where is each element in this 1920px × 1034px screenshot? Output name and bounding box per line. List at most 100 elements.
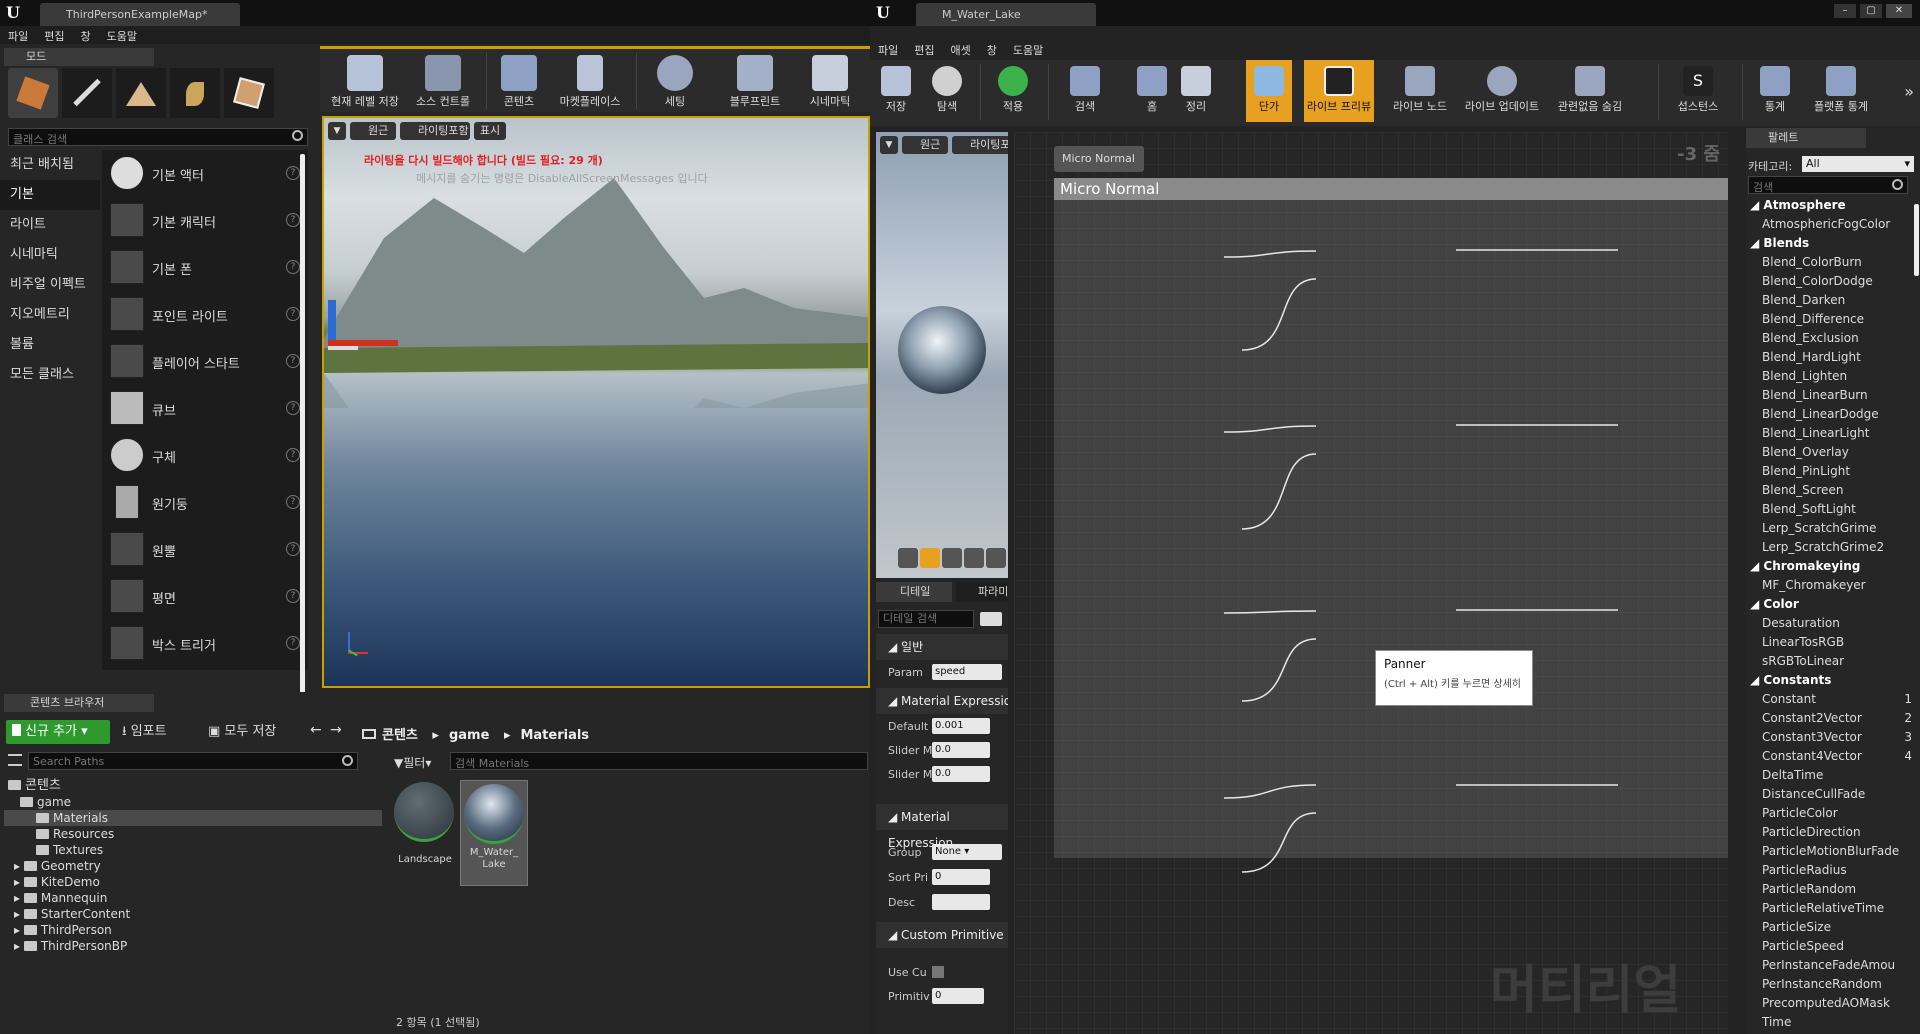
live-nodes-button[interactable]: 라이브 노드 xyxy=(1388,60,1452,122)
palette-item[interactable]: Blend_ColorDodge xyxy=(1748,272,1914,291)
import-button[interactable]: ⭳ 임포트 xyxy=(122,720,167,744)
breadcrumb-game[interactable]: game xyxy=(449,728,489,743)
palette-item[interactable]: Lerp_ScratchGrime2 xyxy=(1748,538,1914,557)
stats-button[interactable]: 단가 xyxy=(1246,60,1292,122)
breadcrumb-materials[interactable]: Materials xyxy=(520,728,589,743)
cylinder-shape-icon[interactable] xyxy=(898,548,918,568)
palette-item[interactable]: ParticleRadius xyxy=(1748,861,1914,880)
place-item-player-start[interactable]: 플레이어 스타트? xyxy=(110,340,300,384)
category-basic[interactable]: 기본 xyxy=(0,180,100,210)
palette-item[interactable]: Constant 1 xyxy=(1748,690,1914,709)
help-icon[interactable]: ? xyxy=(286,166,300,180)
menu-file[interactable]: 파일 xyxy=(870,40,906,60)
material-tab[interactable]: M_Water_Lake xyxy=(916,3,1096,26)
palette-item[interactable]: LinearTosRGB xyxy=(1748,633,1914,652)
details-tab[interactable]: 디테일 xyxy=(876,582,952,602)
filter-button[interactable]: ▼필터▾ xyxy=(394,754,431,771)
save-button[interactable]: 저장 xyxy=(874,60,918,122)
palette-item[interactable]: AtmosphericFogColor xyxy=(1748,215,1914,234)
live-preview-button[interactable]: 라이브 프리뷰 xyxy=(1304,60,1374,122)
use-custom-checkbox[interactable] xyxy=(932,966,944,978)
palette-item[interactable]: Constant2Vector 2 xyxy=(1748,709,1914,728)
substance-button[interactable]: S 섭스턴스 xyxy=(1668,60,1728,122)
place-item-cube[interactable]: 큐브? xyxy=(110,387,300,431)
geometry-mode-icon[interactable] xyxy=(224,68,274,118)
help-icon[interactable]: ? xyxy=(286,401,300,415)
palette-item[interactable]: sRGBToLinear xyxy=(1748,652,1914,671)
tree-item-thirdpersonbp[interactable]: ▸ ThirdPersonBP xyxy=(14,938,127,954)
place-item-sphere[interactable]: 구체? xyxy=(110,434,300,478)
description-input[interactable] xyxy=(932,894,990,910)
palette-item[interactable]: DistanceCullFade xyxy=(1748,785,1914,804)
param-name-input[interactable]: speed xyxy=(932,664,1002,680)
source-control-button[interactable]: 소스 컨트롤 xyxy=(408,49,478,111)
lit-mode-button[interactable]: 라이팅포함 xyxy=(400,122,470,140)
palette-item[interactable]: Constant4Vector 4 xyxy=(1748,747,1914,766)
place-item-pawn[interactable]: 기본 폰? xyxy=(110,246,300,290)
marketplace-button[interactable]: 마켓플레이스 xyxy=(550,49,630,111)
sources-toggle-icon[interactable] xyxy=(8,754,22,766)
tree-item-resources[interactable]: Resources xyxy=(36,826,114,842)
palette-item[interactable]: ParticleDirection xyxy=(1748,823,1914,842)
help-icon[interactable]: ? xyxy=(286,213,300,227)
back-arrow-icon[interactable]: ← xyxy=(310,722,322,738)
palette-item[interactable]: Blend_Darken xyxy=(1748,291,1914,310)
default-value-input[interactable]: 0.001 xyxy=(932,718,990,734)
platform-stats-button[interactable]: 플랫폼 통계 xyxy=(1806,60,1876,122)
teapot-shape-icon[interactable] xyxy=(986,548,1006,568)
group-dropdown[interactable]: None ▾ xyxy=(932,844,1002,860)
tree-item-startercontent[interactable]: ▸ StarterContent xyxy=(14,906,130,922)
help-icon[interactable]: ? xyxy=(286,495,300,509)
palette-tab[interactable]: 팔레트 xyxy=(1746,128,1866,148)
palette-item[interactable]: ParticleColor xyxy=(1748,804,1914,823)
minimize-button[interactable]: – xyxy=(1834,4,1856,18)
live-update-button[interactable]: 라이브 업데이트 xyxy=(1460,60,1544,122)
palette-scrollbar[interactable] xyxy=(1914,204,1919,276)
palette-item[interactable]: ParticleRandom xyxy=(1748,880,1914,899)
menu-window[interactable]: 창 xyxy=(73,26,99,46)
category-geometry[interactable]: 지오메트리 xyxy=(0,300,100,330)
breadcrumb-root[interactable]: 콘텐츠 xyxy=(382,728,418,743)
content-button[interactable]: 콘텐츠 xyxy=(492,49,546,111)
menu-help[interactable]: 도움말 xyxy=(1005,40,1051,60)
place-item-cylinder[interactable]: 원기둥? xyxy=(110,481,300,525)
palette-category-constants[interactable]: ◢ Constants xyxy=(1748,671,1914,690)
blueprints-button[interactable]: 블루프린트 xyxy=(720,49,790,111)
material-graph[interactable]: -3 줌 Micro Normal Micro Normal xyxy=(1014,132,1728,1034)
palette-category-chromakeying[interactable]: ◢ Chromakeying xyxy=(1748,557,1914,576)
palette-item[interactable]: DeltaTime xyxy=(1748,766,1914,785)
preview-options-button[interactable]: ▼ xyxy=(880,136,898,154)
home-button[interactable]: 홈 xyxy=(1132,60,1172,122)
palette-item[interactable]: Blend_HardLight xyxy=(1748,348,1914,367)
material-preview-viewport[interactable]: ▼ 원근 라이팅포함 xyxy=(876,132,1008,578)
palette-item[interactable]: Blend_LinearLight xyxy=(1748,424,1914,443)
palette-item[interactable]: PrecomputedAOMask xyxy=(1748,994,1914,1013)
tree-item-geometry[interactable]: ▸ Geometry xyxy=(14,858,101,874)
tree-item-kitedemo[interactable]: ▸ KiteDemo xyxy=(14,874,100,890)
category-lights[interactable]: 라이트 xyxy=(0,210,100,240)
place-item-character[interactable]: 기본 캐릭터? xyxy=(110,199,300,243)
palette-item[interactable]: Blend_Difference xyxy=(1748,310,1914,329)
close-button[interactable]: ✕ xyxy=(1886,4,1912,18)
category-all-classes[interactable]: 모든 클래스 xyxy=(0,360,100,390)
toolbar-overflow-icon[interactable]: » xyxy=(1904,82,1914,101)
menu-file[interactable]: 파일 xyxy=(0,26,36,46)
perspective-button[interactable]: 원근 xyxy=(350,122,396,140)
palette-item[interactable]: ParticleSize xyxy=(1748,918,1914,937)
search-button[interactable]: 검색 xyxy=(1060,60,1110,122)
palette-category-blends[interactable]: ◢ Blends xyxy=(1748,234,1914,253)
slider-max-input[interactable]: 0.0 xyxy=(932,766,990,782)
palette-item[interactable]: ParticleMotionBlurFade xyxy=(1748,842,1914,861)
content-browser-tab[interactable]: 콘텐츠 브라우저 xyxy=(4,694,154,712)
help-icon[interactable]: ? xyxy=(286,448,300,462)
menu-window[interactable]: 창 xyxy=(979,40,1005,60)
menu-edit[interactable]: 편집 xyxy=(906,40,942,60)
forward-arrow-icon[interactable]: → xyxy=(330,722,342,738)
place-item-point-light[interactable]: 포인트 라이트? xyxy=(110,293,300,337)
cube-shape-icon[interactable] xyxy=(964,548,984,568)
slider-min-input[interactable]: 0.0 xyxy=(932,742,990,758)
palette-item[interactable]: Blend_Exclusion xyxy=(1748,329,1914,348)
tree-item-materials[interactable]: Materials xyxy=(4,810,382,826)
details-search-input[interactable]: 디테일 검색 xyxy=(878,610,974,628)
preview-perspective-button[interactable]: 원근 xyxy=(902,136,948,154)
